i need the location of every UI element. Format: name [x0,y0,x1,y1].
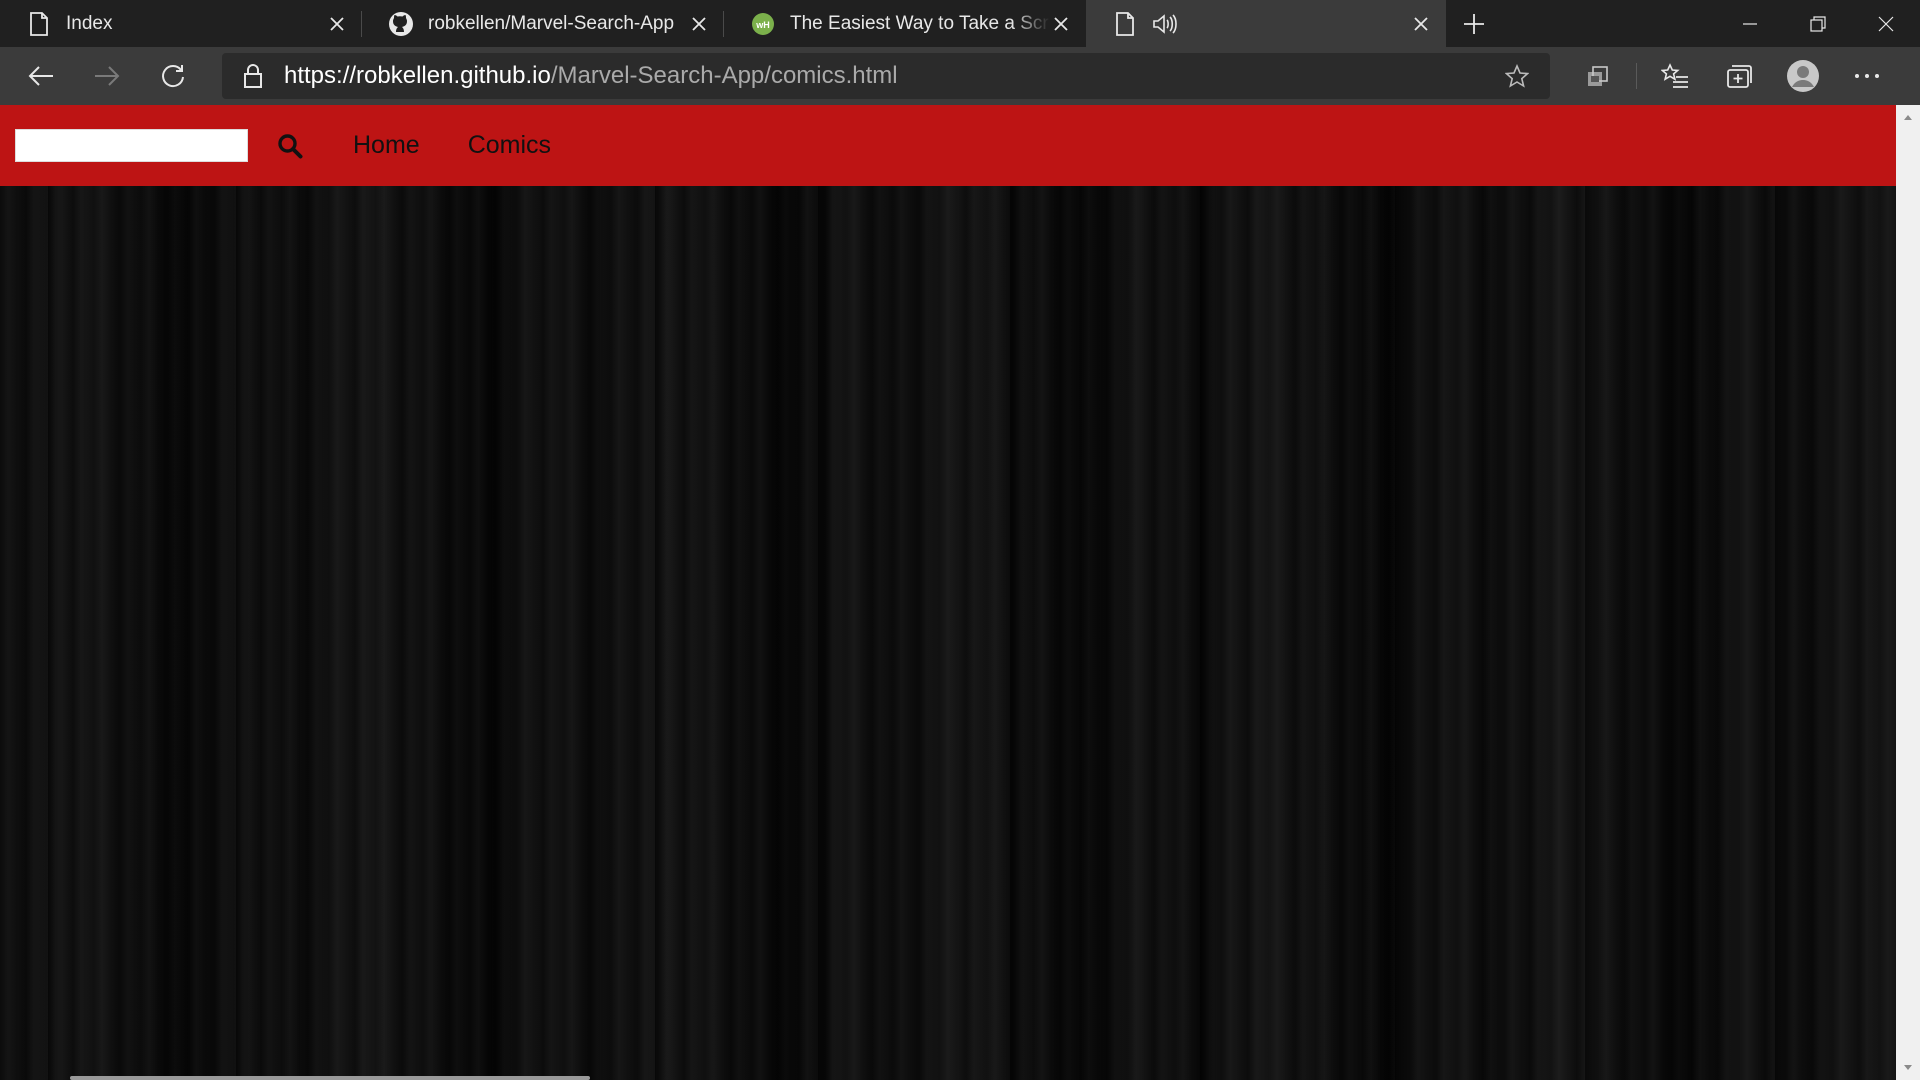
collections-button[interactable] [1707,47,1771,105]
url-scheme: https:// [284,62,357,89]
wood-plank-seam [655,105,669,1080]
minimize-icon [1743,22,1757,25]
wood-plank-seam [1585,105,1599,1080]
scroll-down-arrow-icon[interactable] [1896,1058,1920,1078]
refresh-icon [162,65,184,88]
ellipsis-icon [1855,74,1879,78]
more-menu-button[interactable] [1835,47,1899,105]
window-controls [1716,0,1920,47]
browser-toolbar: https://robkellen.github.io/Marvel-Searc… [0,47,1920,105]
page-icon [1112,11,1138,37]
site-favicon: wH [750,11,776,37]
wood-plank-seam [1395,105,1409,1080]
toolbar-actions [1566,47,1899,105]
url-domain: robkellen.github.io [356,62,551,89]
wood-plank-seam [1010,105,1024,1080]
wood-plank-seam [1775,105,1789,1080]
url-path: /Marvel-Search-App/comics.html [550,62,898,89]
tab-title: Index [66,12,113,34]
restore-icon [1810,15,1826,32]
tab-title: robkellen/Marvel-Search-App [428,12,675,34]
favorites-list-icon [1661,63,1688,88]
wood-plank-seam [236,105,250,1080]
vertical-scrollbar[interactable] [1896,105,1920,1080]
browser-tabstrip: Index robkellen/Marvel-Search-App wH The… [0,0,1920,47]
extension-icon [1588,66,1608,86]
collections-icon [1727,65,1752,88]
search-button[interactable] [275,131,305,161]
avatar-icon [1787,60,1819,92]
back-arrow-icon [28,66,53,86]
close-icon[interactable] [326,13,348,35]
page-viewport: Home Comics [0,105,1896,1080]
search-icon [278,133,303,158]
close-window-button[interactable] [1852,0,1920,47]
tab-screenshot-article[interactable]: wH The Easiest Way to Take a Screenshot [724,0,1086,47]
page-icon [26,11,52,37]
search-input[interactable] [15,129,248,162]
back-button[interactable] [8,47,74,105]
tab-title: The Easiest Way to Take a Screenshot [790,12,1050,34]
close-icon[interactable] [688,13,710,35]
wood-plank-seam [1200,105,1214,1080]
favorites-button[interactable] [1643,47,1707,105]
address-bar[interactable]: https://robkellen.github.io/Marvel-Searc… [222,53,1550,99]
profile-button[interactable] [1771,47,1835,105]
github-icon [388,11,414,37]
svg-text:wH: wH [755,20,770,30]
horizontal-scrollbar-thumb[interactable] [70,1076,590,1080]
close-icon [1878,16,1894,31]
forward-arrow-icon [95,66,120,86]
refresh-button[interactable] [140,47,206,105]
wood-plank-seam [48,105,62,1080]
forward-button[interactable] [74,47,140,105]
tab-index[interactable]: Index [0,0,362,47]
extension-button[interactable] [1566,47,1630,105]
tab-github-repo[interactable]: robkellen/Marvel-Search-App [362,0,724,47]
minimize-button[interactable] [1716,0,1784,47]
speaker-icon[interactable] [1152,11,1178,37]
url-text[interactable]: https://robkellen.github.io/Marvel-Searc… [284,62,1502,90]
close-icon[interactable] [1050,13,1072,35]
tab-comics-active[interactable] [1086,0,1446,47]
restore-button[interactable] [1784,0,1852,47]
toolbar-divider [1636,63,1637,89]
nav-link-comics[interactable]: Comics [468,131,551,160]
favorite-star-icon[interactable] [1502,61,1532,91]
lock-icon[interactable] [240,63,266,89]
site-navbar: Home Comics [0,105,1896,186]
nav-link-home[interactable]: Home [353,131,420,160]
new-tab-button[interactable] [1446,0,1502,47]
plus-icon [1464,13,1484,34]
wood-plank-seam [818,105,832,1080]
scroll-up-arrow-icon[interactable] [1896,107,1920,127]
close-icon[interactable] [1410,13,1432,35]
